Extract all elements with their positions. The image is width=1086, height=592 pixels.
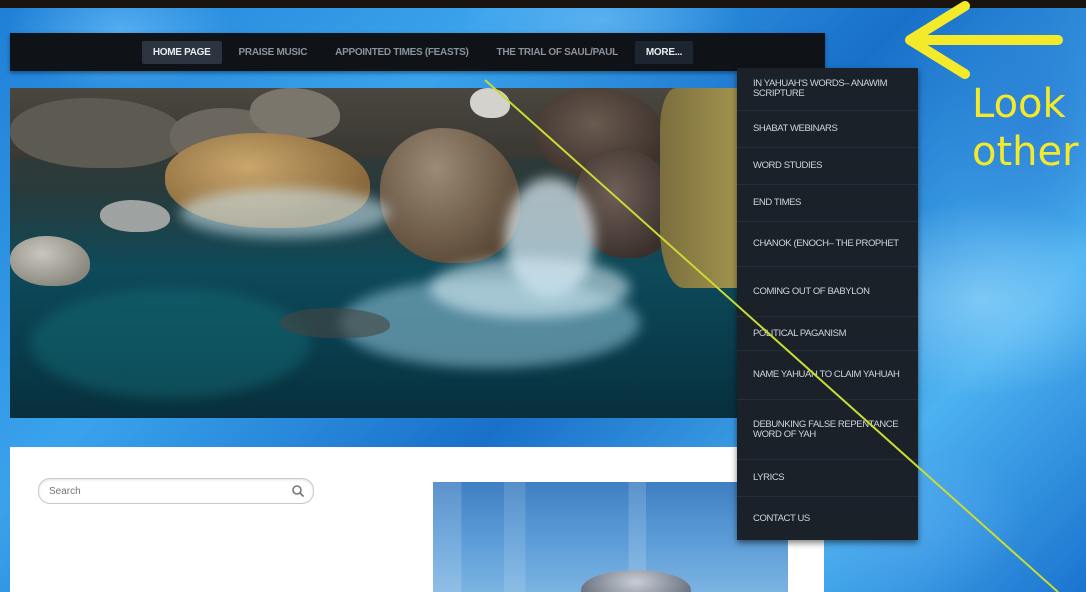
nav-trial-of-saul-paul[interactable]: THE TRIAL OF SAUL/PAUL xyxy=(486,41,629,64)
search-box[interactable] xyxy=(38,478,314,504)
dropdown-item-debunking[interactable]: DEBUNKING FALSE REPENTANCE WORD OF YAH xyxy=(737,400,918,460)
hero-image xyxy=(10,88,737,418)
main-navbar: HOME PAGE PRAISE MUSIC APPOINTED TIMES (… xyxy=(10,33,825,71)
left-arrow-icon xyxy=(905,1,1063,79)
lower-image xyxy=(433,482,788,592)
dropdown-item-shabat-webinars[interactable]: SHABAT WEBINARS xyxy=(737,111,918,148)
dropdown-item-word-studies[interactable]: WORD STUDIES xyxy=(737,148,918,185)
dropdown-item-contact-us[interactable]: CONTACT US xyxy=(737,497,918,540)
dropdown-item-coming-out-of-babylon[interactable]: COMING OUT OF BABYLON xyxy=(737,267,918,317)
search-input[interactable] xyxy=(47,479,281,503)
annotation-text: Look other xyxy=(972,81,1079,175)
dropdown-item-lyrics[interactable]: LYRICS xyxy=(737,460,918,497)
dropdown-item-yahuahs-words[interactable]: IN YAHUAH'S WORDS– ANAWIM SCRIPTURE xyxy=(737,68,918,111)
nav-appointed-times[interactable]: APPOINTED TIMES (FEASTS) xyxy=(324,41,479,64)
nav-more[interactable]: MORE... xyxy=(634,40,694,64)
dropdown-item-name-yahuah[interactable]: NAME YAHUAH TO CLAIM YAHUAH xyxy=(737,351,918,400)
search-icon[interactable] xyxy=(291,484,305,498)
dropdown-item-political-paganism[interactable]: POLITICAL PAGANISM xyxy=(737,317,918,351)
dropdown-item-end-times[interactable]: END TIMES xyxy=(737,185,918,222)
top-strip xyxy=(0,0,1086,8)
nav-home-page[interactable]: HOME PAGE xyxy=(141,40,222,64)
nav-praise-music[interactable]: PRAISE MUSIC xyxy=(228,41,319,64)
more-dropdown-menu: IN YAHUAH'S WORDS– ANAWIM SCRIPTURE SHAB… xyxy=(737,68,918,540)
dropdown-item-chanok-enoch[interactable]: CHANOK (ENOCH– THE PROPHET xyxy=(737,222,918,267)
